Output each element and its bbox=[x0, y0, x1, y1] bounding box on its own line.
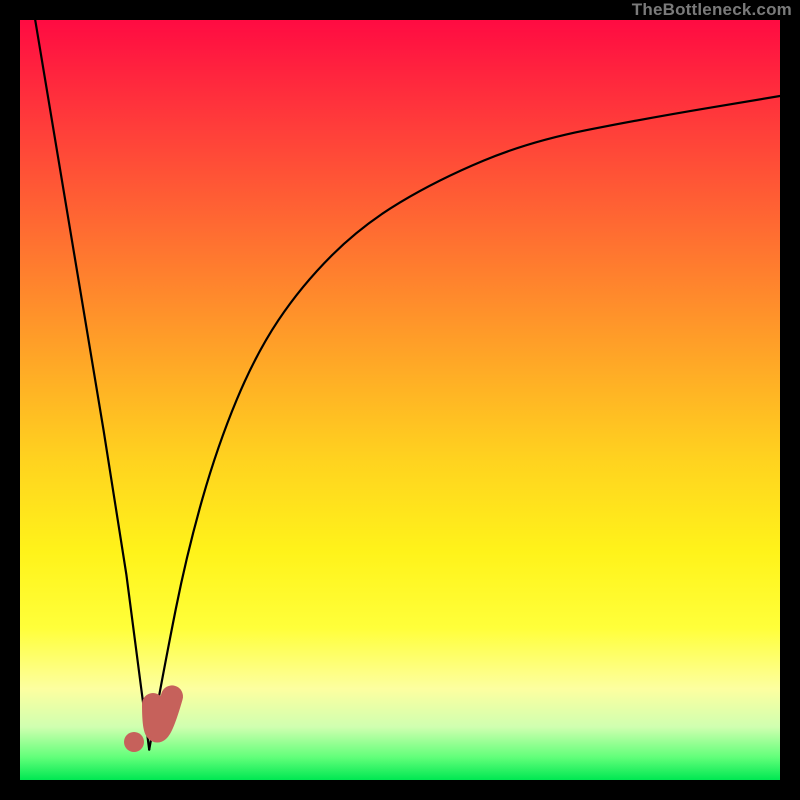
chart-frame: TheBottleneck.com bbox=[0, 0, 800, 800]
chart-svg bbox=[20, 20, 780, 780]
curve-right-ascent bbox=[149, 96, 780, 750]
curve-left-descent bbox=[35, 20, 149, 750]
plot-area bbox=[20, 20, 780, 780]
watermark-text: TheBottleneck.com bbox=[632, 0, 792, 20]
pointer-hook bbox=[153, 696, 172, 731]
pointer-dot bbox=[124, 732, 144, 752]
